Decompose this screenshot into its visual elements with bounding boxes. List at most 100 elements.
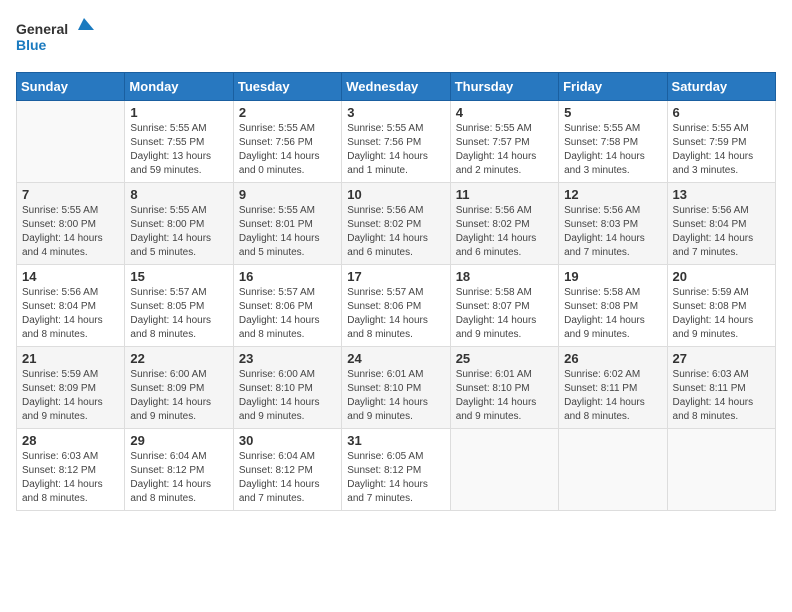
day-number: 3 bbox=[347, 105, 444, 120]
day-number: 19 bbox=[564, 269, 661, 284]
day-info: Sunrise: 5:56 AM Sunset: 8:02 PM Dayligh… bbox=[456, 204, 553, 260]
calendar-cell: 14Sunrise: 5:56 AM Sunset: 8:04 PM Dayli… bbox=[17, 265, 125, 347]
column-header-tuesday: Tuesday bbox=[233, 73, 341, 101]
calendar-cell: 6Sunrise: 5:55 AM Sunset: 7:59 PM Daylig… bbox=[667, 101, 775, 183]
day-number: 24 bbox=[347, 351, 444, 366]
day-info: Sunrise: 5:59 AM Sunset: 8:08 PM Dayligh… bbox=[673, 286, 770, 342]
day-info: Sunrise: 5:55 AM Sunset: 8:01 PM Dayligh… bbox=[239, 204, 336, 260]
column-header-friday: Friday bbox=[559, 73, 667, 101]
day-info: Sunrise: 5:55 AM Sunset: 7:56 PM Dayligh… bbox=[239, 122, 336, 178]
day-number: 5 bbox=[564, 105, 661, 120]
day-info: Sunrise: 5:56 AM Sunset: 8:03 PM Dayligh… bbox=[564, 204, 661, 260]
calendar-cell: 25 Sunrise: 6:01 AM Sunset: 8:10 PM Dayli… bbox=[450, 347, 558, 429]
day-info: Sunrise: 5:57 AM Sunset: 8:06 PM Dayligh… bbox=[347, 286, 444, 342]
day-number: 2 bbox=[239, 105, 336, 120]
logo-svg: General Blue bbox=[16, 16, 96, 60]
day-number: 13 bbox=[673, 187, 770, 202]
calendar-week-row: 1 Sunrise: 5:55 AM Sunset: 7:55 PM Daylig… bbox=[17, 101, 776, 183]
day-number: 22 bbox=[130, 351, 227, 366]
calendar-cell bbox=[667, 429, 775, 511]
calendar-week-row: 14Sunrise: 5:56 AM Sunset: 8:04 PM Dayli… bbox=[17, 265, 776, 347]
calendar-table: SundayMondayTuesdayWednesdayThursdayFrid… bbox=[16, 72, 776, 511]
calendar-cell: 27 Sunrise: 6:03 AM Sunset: 8:11 PM Dayli… bbox=[667, 347, 775, 429]
calendar-cell: 18 Sunrise: 5:58 AM Sunset: 8:07 PM Dayli… bbox=[450, 265, 558, 347]
calendar-cell bbox=[559, 429, 667, 511]
day-number: 21 bbox=[22, 351, 119, 366]
calendar-week-row: 7 Sunrise: 5:55 AM Sunset: 8:00 PM Daylig… bbox=[17, 183, 776, 265]
calendar-cell: 30 Sunrise: 6:04 AM Sunset: 8:12 PM Dayli… bbox=[233, 429, 341, 511]
day-info: Sunrise: 6:01 AM Sunset: 8:10 PM Dayligh… bbox=[456, 368, 553, 424]
day-info: Sunrise: 5:56 AM Sunset: 8:02 PM Dayligh… bbox=[347, 204, 444, 260]
day-number: 1 bbox=[130, 105, 227, 120]
day-info: Sunrise: 5:58 AM Sunset: 8:07 PM Dayligh… bbox=[456, 286, 553, 342]
day-number: 15 bbox=[130, 269, 227, 284]
calendar-week-row: 28 Sunrise: 6:03 AM Sunset: 8:12 PM Dayli… bbox=[17, 429, 776, 511]
day-number: 8 bbox=[130, 187, 227, 202]
day-number: 9 bbox=[239, 187, 336, 202]
day-number: 27 bbox=[673, 351, 770, 366]
svg-text:General: General bbox=[16, 21, 68, 37]
day-info: Sunrise: 6:00 AM Sunset: 8:09 PM Dayligh… bbox=[130, 368, 227, 424]
day-info: Sunrise: 5:55 AM Sunset: 7:55 PM Dayligh… bbox=[130, 122, 227, 178]
day-info: Sunrise: 5:56 AM Sunset: 8:04 PM Dayligh… bbox=[22, 286, 119, 342]
calendar-cell: 15 Sunrise: 5:57 AM Sunset: 8:05 PM Dayli… bbox=[125, 265, 233, 347]
calendar-cell: 4 Sunrise: 5:55 AM Sunset: 7:57 PM Daylig… bbox=[450, 101, 558, 183]
calendar-cell: 16Sunrise: 5:57 AM Sunset: 8:06 PM Dayli… bbox=[233, 265, 341, 347]
calendar-cell: 1 Sunrise: 5:55 AM Sunset: 7:55 PM Daylig… bbox=[125, 101, 233, 183]
calendar-cell: 8 Sunrise: 5:55 AM Sunset: 8:00 PM Daylig… bbox=[125, 183, 233, 265]
calendar-cell: 21Sunrise: 5:59 AM Sunset: 8:09 PM Dayli… bbox=[17, 347, 125, 429]
day-info: Sunrise: 5:55 AM Sunset: 7:56 PM Dayligh… bbox=[347, 122, 444, 178]
calendar-cell: 20 Sunrise: 5:59 AM Sunset: 8:08 PM Dayli… bbox=[667, 265, 775, 347]
calendar-cell: 10 Sunrise: 5:56 AM Sunset: 8:02 PM Dayli… bbox=[342, 183, 450, 265]
day-info: Sunrise: 5:57 AM Sunset: 8:06 PM Dayligh… bbox=[239, 286, 336, 342]
day-number: 11 bbox=[456, 187, 553, 202]
day-number: 23 bbox=[239, 351, 336, 366]
calendar-cell bbox=[450, 429, 558, 511]
calendar-cell: 13 Sunrise: 5:56 AM Sunset: 8:04 PM Dayli… bbox=[667, 183, 775, 265]
day-number: 25 bbox=[456, 351, 553, 366]
column-header-sunday: Sunday bbox=[17, 73, 125, 101]
day-number: 28 bbox=[22, 433, 119, 448]
day-info: Sunrise: 6:00 AM Sunset: 8:10 PM Dayligh… bbox=[239, 368, 336, 424]
calendar-cell: 5Sunrise: 5:55 AM Sunset: 7:58 PM Daylig… bbox=[559, 101, 667, 183]
day-number: 17 bbox=[347, 269, 444, 284]
calendar-cell: 3 Sunrise: 5:55 AM Sunset: 7:56 PM Daylig… bbox=[342, 101, 450, 183]
day-number: 7 bbox=[22, 187, 119, 202]
day-info: Sunrise: 5:55 AM Sunset: 8:00 PM Dayligh… bbox=[22, 204, 119, 260]
calendar-cell: 7 Sunrise: 5:55 AM Sunset: 8:00 PM Daylig… bbox=[17, 183, 125, 265]
svg-text:Blue: Blue bbox=[16, 37, 47, 53]
day-number: 12 bbox=[564, 187, 661, 202]
calendar-cell: 2 Sunrise: 5:55 AM Sunset: 7:56 PM Daylig… bbox=[233, 101, 341, 183]
calendar-cell: 22 Sunrise: 6:00 AM Sunset: 8:09 PM Dayli… bbox=[125, 347, 233, 429]
day-info: Sunrise: 5:55 AM Sunset: 8:00 PM Dayligh… bbox=[130, 204, 227, 260]
calendar-cell: 31Sunrise: 6:05 AM Sunset: 8:12 PM Dayli… bbox=[342, 429, 450, 511]
column-header-saturday: Saturday bbox=[667, 73, 775, 101]
calendar-cell: 11 Sunrise: 5:56 AM Sunset: 8:02 PM Dayli… bbox=[450, 183, 558, 265]
day-number: 10 bbox=[347, 187, 444, 202]
column-header-wednesday: Wednesday bbox=[342, 73, 450, 101]
day-info: Sunrise: 6:03 AM Sunset: 8:12 PM Dayligh… bbox=[22, 450, 119, 506]
page-header: General Blue bbox=[16, 16, 776, 60]
day-info: Sunrise: 6:02 AM Sunset: 8:11 PM Dayligh… bbox=[564, 368, 661, 424]
day-info: Sunrise: 6:04 AM Sunset: 8:12 PM Dayligh… bbox=[239, 450, 336, 506]
day-info: Sunrise: 5:58 AM Sunset: 8:08 PM Dayligh… bbox=[564, 286, 661, 342]
column-header-monday: Monday bbox=[125, 73, 233, 101]
calendar-week-row: 21Sunrise: 5:59 AM Sunset: 8:09 PM Dayli… bbox=[17, 347, 776, 429]
day-number: 26 bbox=[564, 351, 661, 366]
day-info: Sunrise: 5:55 AM Sunset: 7:57 PM Dayligh… bbox=[456, 122, 553, 178]
calendar-cell: 23 Sunrise: 6:00 AM Sunset: 8:10 PM Dayli… bbox=[233, 347, 341, 429]
day-number: 31 bbox=[347, 433, 444, 448]
day-info: Sunrise: 5:56 AM Sunset: 8:04 PM Dayligh… bbox=[673, 204, 770, 260]
day-info: Sunrise: 5:57 AM Sunset: 8:05 PM Dayligh… bbox=[130, 286, 227, 342]
calendar-header-row: SundayMondayTuesdayWednesdayThursdayFrid… bbox=[17, 73, 776, 101]
day-number: 20 bbox=[673, 269, 770, 284]
day-number: 4 bbox=[456, 105, 553, 120]
calendar-cell bbox=[17, 101, 125, 183]
day-number: 18 bbox=[456, 269, 553, 284]
day-number: 29 bbox=[130, 433, 227, 448]
calendar-cell: 12 Sunrise: 5:56 AM Sunset: 8:03 PM Dayli… bbox=[559, 183, 667, 265]
day-info: Sunrise: 6:03 AM Sunset: 8:11 PM Dayligh… bbox=[673, 368, 770, 424]
day-number: 30 bbox=[239, 433, 336, 448]
calendar-cell: 29Sunrise: 6:04 AM Sunset: 8:12 PM Dayli… bbox=[125, 429, 233, 511]
day-info: Sunrise: 6:01 AM Sunset: 8:10 PM Dayligh… bbox=[347, 368, 444, 424]
